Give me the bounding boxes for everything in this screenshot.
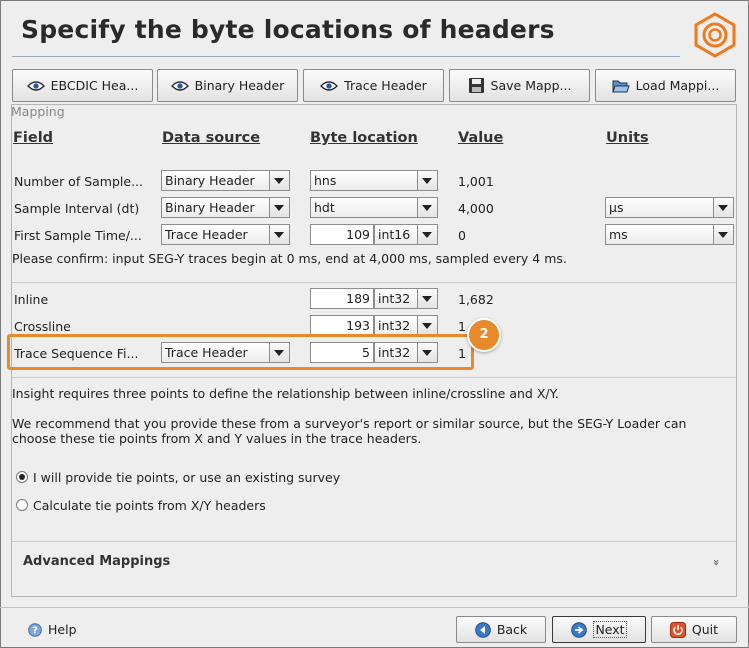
ebcdic-header-button[interactable]: EBCDIC Hea...: [12, 69, 153, 102]
byte-location-select-sample-interval[interactable]: hdt: [310, 197, 438, 218]
chevron-glyph: »: [709, 559, 723, 566]
chevron-down-icon: [417, 198, 437, 217]
data-source-value: Binary Header: [165, 200, 255, 215]
data-source-value: Binary Header: [165, 173, 255, 188]
field-label-inline: Inline: [14, 292, 49, 307]
eye-icon: [26, 80, 45, 91]
back-label: Back: [496, 622, 528, 637]
data-source-select-sample-interval[interactable]: Binary Header: [161, 197, 290, 218]
type-value: int32: [378, 291, 411, 306]
back-arrow-icon: [475, 621, 491, 638]
byte-location-value: hns: [314, 173, 337, 188]
value-inline: 1,682: [458, 292, 494, 307]
eye-icon: [170, 80, 189, 91]
tiepoints-intro-text: Insight requires three points to define …: [12, 386, 559, 401]
callout-highlight-box: [7, 334, 474, 370]
eye-icon: [320, 80, 339, 91]
field-label-crossline: Crossline: [14, 319, 71, 334]
chevron-down-icon: [713, 225, 733, 244]
column-header-units: Units: [606, 130, 649, 146]
trace-header-label: Trace Header: [344, 78, 427, 93]
type-value: int16: [378, 227, 411, 242]
quit-button[interactable]: Quit: [651, 616, 737, 643]
column-header-byte-location: Byte location: [310, 130, 418, 146]
data-source-select-first-sample-time[interactable]: Trace Header: [161, 224, 290, 245]
load-mapping-label: Load Mappi...: [635, 78, 720, 93]
column-header-data-source: Data source: [162, 130, 261, 146]
type-select-crossline[interactable]: int32: [374, 315, 438, 336]
radio-label-provide-tie-points[interactable]: I will provide tie points, or use an exi…: [33, 470, 340, 485]
svg-text:?: ?: [32, 625, 38, 636]
radio-calculate-tie-points[interactable]: [16, 499, 28, 511]
page-title: Specify the byte locations of headers: [21, 15, 555, 44]
help-icon: ?: [28, 622, 42, 637]
chevron-down-icon: [269, 225, 289, 244]
radio-provide-tie-points[interactable]: [16, 471, 28, 483]
column-header-field: Field: [13, 130, 54, 146]
open-folder-icon: [611, 80, 630, 92]
value-first-sample-time: 0: [458, 228, 466, 243]
field-label-first-sample-time: First Sample Time/...: [14, 228, 142, 243]
quit-label: Quit: [691, 622, 719, 637]
mapping-section-label: Mapping: [11, 104, 65, 119]
title-divider: [12, 56, 680, 57]
type-value: int32: [378, 318, 411, 333]
units-select-sample-interval[interactable]: µs: [605, 197, 734, 218]
value-number-of-samples: 1,001: [458, 174, 494, 189]
binary-header-label: Binary Header: [194, 78, 285, 93]
divider: [12, 541, 736, 542]
column-header-value: Value: [458, 130, 504, 146]
chevron-down-icon: [269, 171, 289, 190]
chevron-down-icon: [269, 198, 289, 217]
byte-offset-input-first-sample-time[interactable]: 109: [310, 224, 374, 245]
chevron-down-icon: [417, 225, 437, 244]
binary-header-button[interactable]: Binary Header: [157, 69, 298, 102]
chevron-down-icon: [417, 316, 437, 335]
byte-location-select-number-of-samples[interactable]: hns: [310, 170, 438, 191]
save-mapping-button[interactable]: Save Mapp...: [449, 69, 590, 102]
byte-offset-input-inline[interactable]: 189: [310, 288, 374, 309]
app-logo-icon: [694, 12, 736, 58]
chevron-down-icon: [417, 289, 437, 308]
power-icon: [669, 621, 686, 638]
double-chevron-down-icon[interactable]: »: [710, 559, 723, 566]
divider: [12, 282, 736, 283]
save-mapping-label: Save Mapp...: [490, 78, 572, 93]
help-link[interactable]: ? Help: [28, 622, 77, 637]
confirm-message: Please confirm: input SEG-Y traces begin…: [12, 251, 567, 266]
next-button[interactable]: Next: [552, 616, 646, 643]
type-select-first-sample-time[interactable]: int16: [374, 224, 438, 245]
value-sample-interval: 4,000: [458, 201, 494, 216]
help-label: Help: [48, 622, 77, 637]
ebcdic-header-label: EBCDIC Hea...: [50, 78, 139, 93]
units-select-first-sample-time[interactable]: ms: [605, 224, 734, 245]
units-value: ms: [609, 227, 628, 242]
chevron-down-icon: [417, 171, 437, 190]
next-label: Next: [593, 621, 627, 638]
byte-location-value: hdt: [314, 200, 335, 215]
value-crossline: 1: [458, 319, 466, 334]
type-select-inline[interactable]: int32: [374, 288, 438, 309]
footer-divider: [0, 607, 749, 608]
data-source-select-number-of-samples[interactable]: Binary Header: [161, 170, 290, 191]
back-button[interactable]: Back: [456, 616, 546, 643]
radio-label-calculate-tie-points[interactable]: Calculate tie points from X/Y headers: [33, 498, 266, 513]
chevron-down-icon: [713, 198, 733, 217]
units-value: µs: [609, 200, 624, 215]
callout-number-badge: 2: [467, 318, 501, 352]
data-source-value: Trace Header: [165, 227, 248, 242]
tiepoints-recommendation-text: We recommend that you provide these from…: [12, 416, 687, 446]
trace-header-button[interactable]: Trace Header: [303, 69, 444, 102]
field-label-sample-interval: Sample Interval (dt): [14, 201, 140, 216]
advanced-mappings-toggle[interactable]: Advanced Mappings: [23, 554, 170, 569]
field-label-number-of-samples: Number of Sample...: [14, 174, 143, 189]
byte-offset-input-crossline[interactable]: 193: [310, 315, 374, 336]
next-arrow-icon: [571, 621, 588, 638]
load-mapping-button[interactable]: Load Mappi...: [595, 69, 736, 102]
floppy-disk-icon: [468, 78, 484, 93]
divider: [12, 377, 736, 378]
